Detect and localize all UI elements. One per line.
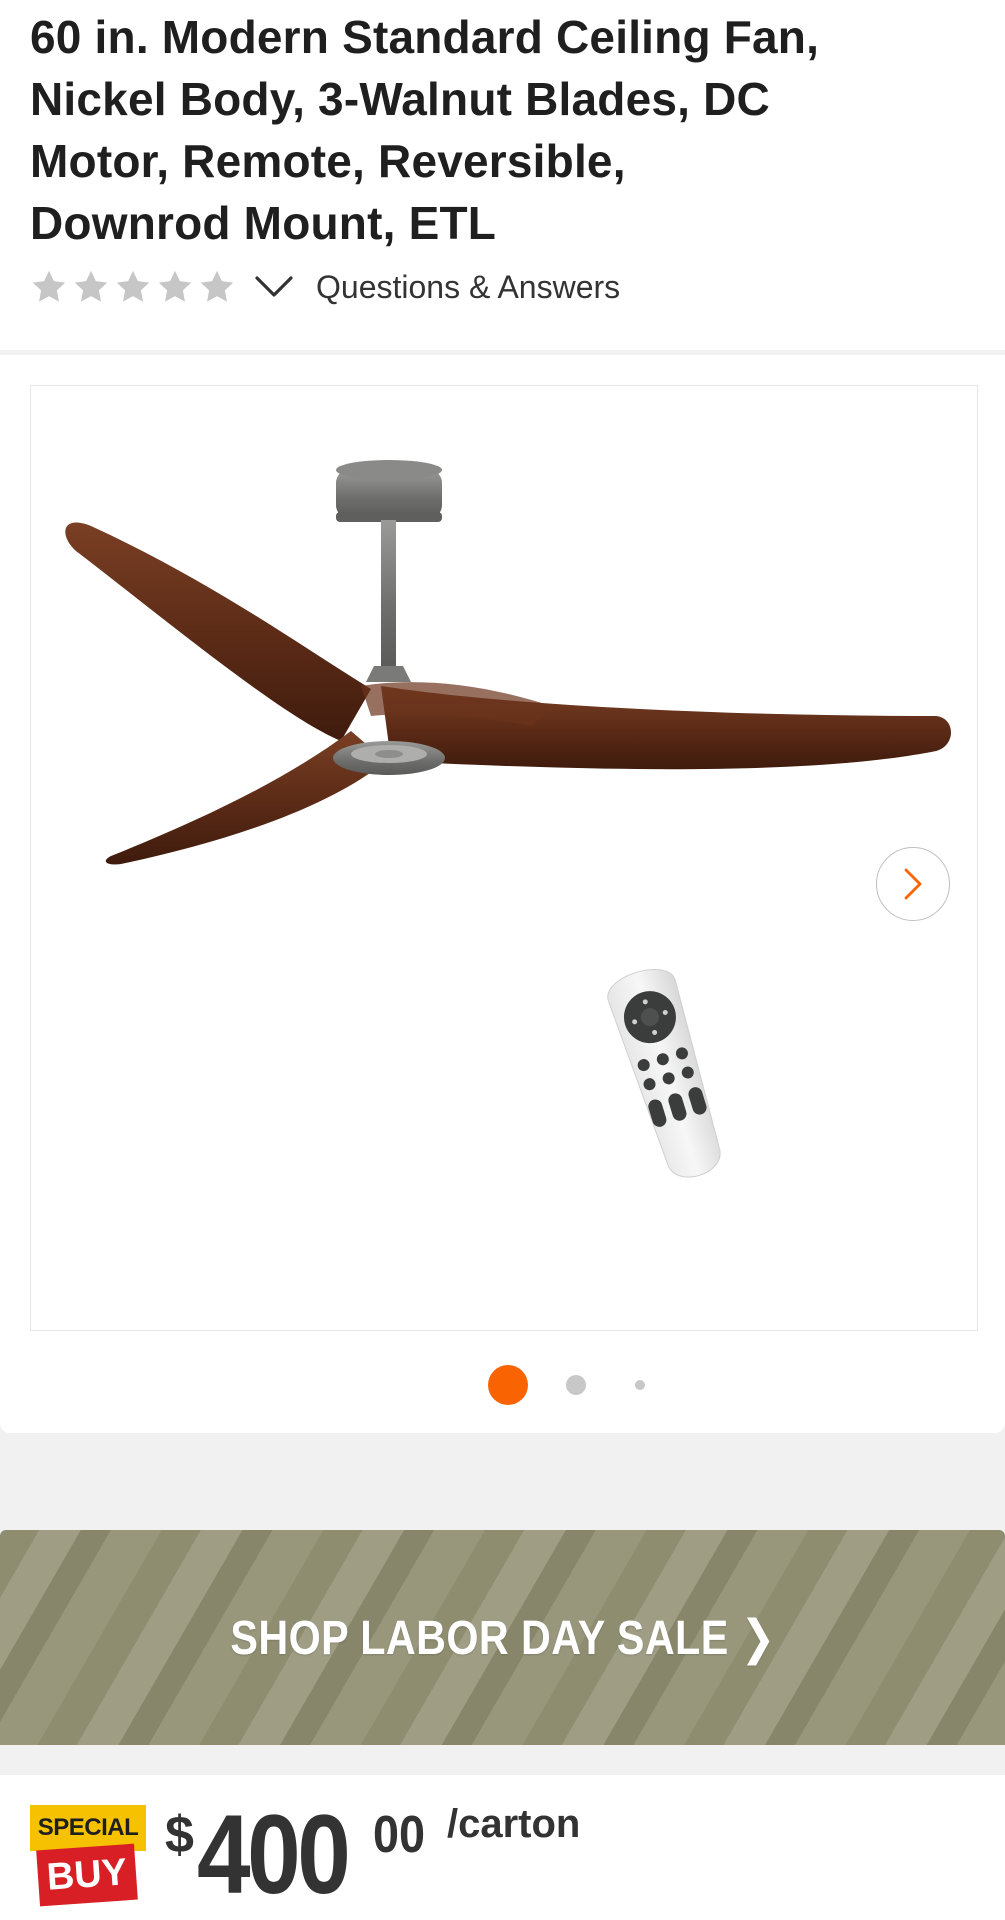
- questions-answers-link[interactable]: Questions & Answers: [316, 269, 620, 306]
- carousel-dots: [0, 1360, 1005, 1410]
- labor-day-sale-banner[interactable]: SHOP LABOR DAY SALE ❯: [0, 1530, 1005, 1745]
- carousel-dot-active[interactable]: [488, 1365, 528, 1405]
- image-gallery: [0, 355, 1005, 1433]
- star-icon: [114, 268, 152, 306]
- carousel-dot[interactable]: [566, 1375, 586, 1395]
- product-image: [65, 460, 951, 1178]
- star-icon: [156, 268, 194, 306]
- star-icon: [72, 268, 110, 306]
- price-cents: 00: [373, 1806, 426, 1864]
- price-currency: $: [165, 1806, 194, 1864]
- price-unit: /carton: [447, 1802, 581, 1846]
- carousel-dot[interactable]: [635, 1380, 645, 1390]
- product-header: 60 in. Modern Standard Ceiling Fan, Nick…: [0, 0, 1005, 350]
- product-title: 60 in. Modern Standard Ceiling Fan, Nick…: [30, 11, 820, 249]
- special-buy-badge: SPECIAL BUY: [30, 1805, 146, 1909]
- promo-banner-label: SHOP LABOR DAY SALE ❯: [229, 1611, 776, 1665]
- star-rating[interactable]: [30, 268, 236, 306]
- product-image-frame[interactable]: [30, 385, 978, 1331]
- price-section: SPECIAL BUY $ 400 00 /carton: [0, 1775, 1005, 1920]
- rating-row[interactable]: Questions & Answers: [30, 262, 620, 312]
- price-whole: 400: [197, 1792, 351, 1917]
- buy-badge-label: BUY: [36, 1843, 138, 1907]
- next-image-button[interactable]: [876, 847, 950, 921]
- star-icon: [30, 268, 68, 306]
- star-icon: [198, 268, 236, 306]
- chevron-down-icon[interactable]: [254, 275, 294, 299]
- chevron-right-icon: [904, 868, 922, 900]
